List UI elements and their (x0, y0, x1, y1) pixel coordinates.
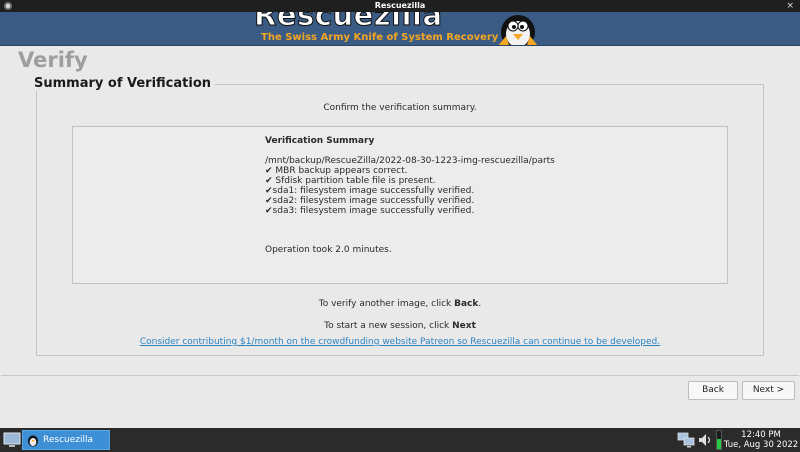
clock-date: Tue, Aug 30 2022 (723, 440, 799, 450)
summary-line-mbr: ✔ MBR backup appears correct. (265, 166, 408, 176)
verification-summary-text: Verification Summary /mnt/backup/RescueZ… (265, 136, 625, 255)
summary-line-sda3: ✔sda3: filesystem image successfully ver… (265, 206, 475, 216)
clock[interactable]: 12:40 PM Tue, Aug 30 2022 (722, 430, 800, 450)
network-icon[interactable] (677, 432, 695, 448)
banner-logo-text: Rescuezilla (254, 12, 443, 33)
confirm-instruction: Confirm the verification summary. (323, 103, 477, 113)
page-title: Verify (18, 48, 88, 72)
back-hint-bold: Back (454, 299, 479, 309)
section-title: Summary of Verification (34, 76, 216, 91)
back-button[interactable]: Back (688, 381, 738, 400)
next-hint-prefix: To start a new session, click (324, 321, 453, 331)
next-hint: To start a new session, click Next (36, 321, 764, 331)
summary-line-sfdisk: ✔ Sfdisk partition table file is present… (265, 176, 436, 186)
back-hint-prefix: To verify another image, click (318, 299, 455, 309)
window-title: Rescuezilla (374, 1, 426, 10)
banner-tagline: The Swiss Army Knife of System Recovery (261, 32, 499, 43)
back-hint-suffix: . (478, 299, 482, 309)
operation-duration: Operation took 2.0 minutes. (265, 245, 392, 255)
summary-heading: Verification Summary (265, 136, 375, 146)
window-titlebar: Rescuezilla × (0, 0, 800, 12)
volume-icon[interactable] (698, 432, 712, 448)
clock-time: 12:40 PM (741, 430, 781, 440)
penguin-icon (28, 435, 38, 447)
taskbar: Rescuezilla 12:40 PM Tue, Aug 30 2022 (0, 428, 800, 452)
penguin-mascot-icon (498, 15, 538, 45)
battery-level-fill (717, 439, 721, 449)
next-button[interactable]: Next > (742, 381, 795, 400)
next-hint-bold: Next (452, 321, 476, 331)
start-menu-icon[interactable] (2, 430, 22, 450)
patreon-link[interactable]: Consider contributing $1/month on the cr… (36, 337, 764, 347)
summary-image-path: /mnt/backup/RescueZilla/2022-08-30-1223-… (265, 156, 555, 166)
window-close-button[interactable]: × (786, 0, 794, 12)
taskbar-task-label: Rescuezilla (43, 435, 94, 445)
summary-line-sda1: ✔sda1: filesystem image successfully ver… (265, 186, 475, 196)
summary-line-sda2: ✔sda2: filesystem image successfully ver… (265, 196, 475, 206)
taskbar-task-rescuezilla[interactable]: Rescuezilla (22, 430, 110, 450)
app-banner: Rescuezilla The Swiss Army Knife of Syst… (0, 12, 800, 46)
back-hint: To verify another image, click Back. (36, 299, 764, 309)
